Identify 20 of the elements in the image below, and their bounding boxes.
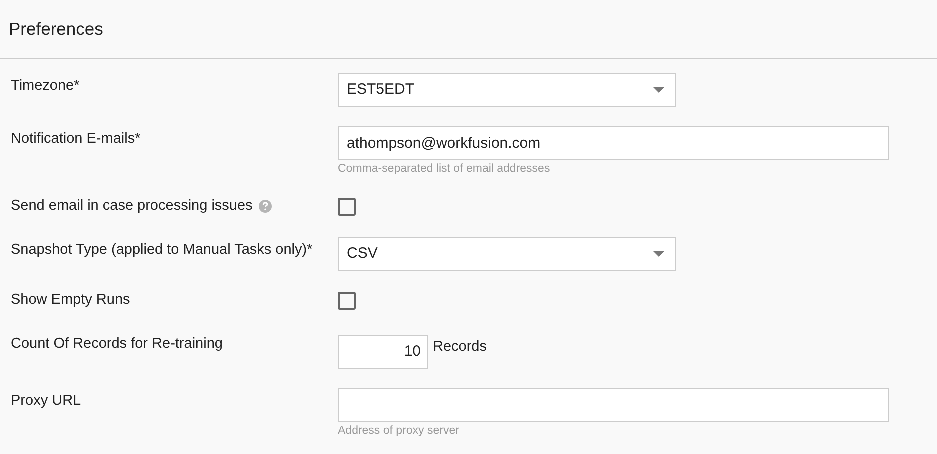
caret-icon [653,250,665,257]
checkbox[interactable] [338,198,356,216]
caret-icon [653,87,665,93]
dropdown[interactable]: CSV [338,236,676,271]
hint-text: Comma-separated list of email addresses [338,162,552,177]
field-label: Count Of Records for Re-training [11,334,223,354]
dropdown[interactable]: EST5EDT [338,73,676,107]
field-label: Timezone* [11,77,80,96]
hint-text: Address of proxy server [338,424,460,438]
number-field[interactable]: 10 [338,334,428,368]
input-field[interactable] [338,388,889,422]
field-label: Notification E-mails* [11,130,141,149]
input-field[interactable]: athompson@workfusion.com [338,126,889,160]
checkbox[interactable] [338,292,356,310]
field-label: Show Empty Runs [11,290,130,310]
field-label: Proxy URL [11,392,82,410]
field-label: Snapshot Type (applied to Manual Tasks only)* [11,240,313,260]
section-title: Preferences [9,18,104,40]
unit-label: Records [433,338,487,356]
field-label: Send email in case processing issues [11,197,253,216]
